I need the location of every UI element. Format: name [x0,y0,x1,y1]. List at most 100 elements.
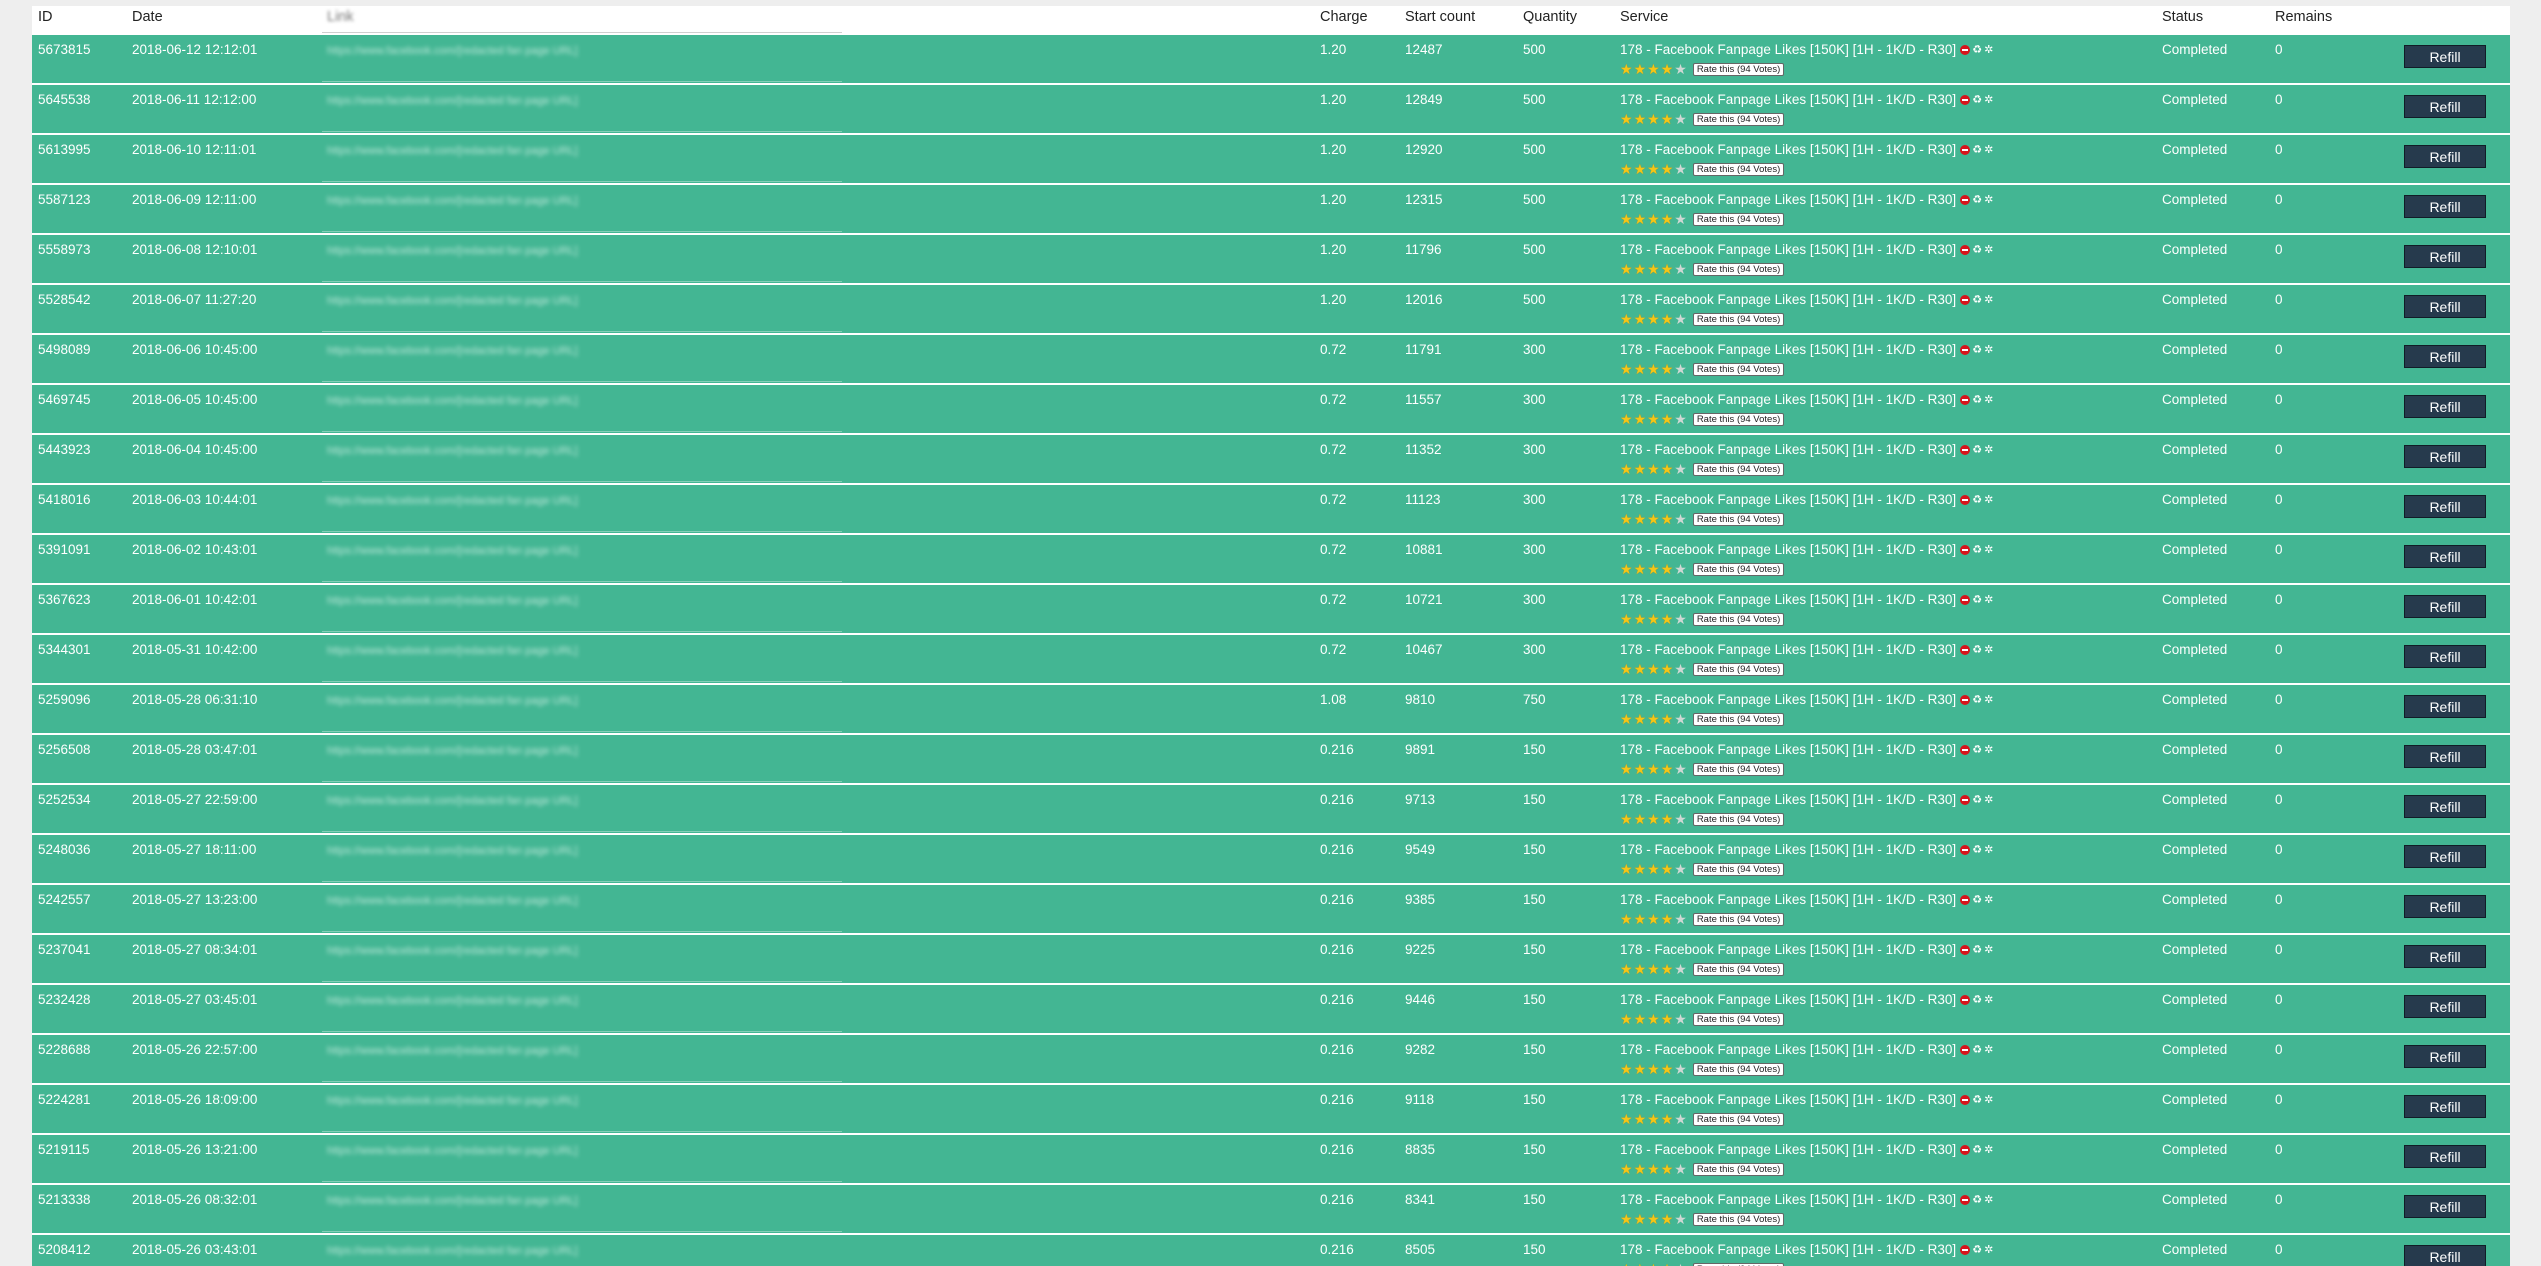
rating-stars[interactable]: ★★★★★ [1620,162,1688,177]
rating-star-icon[interactable]: ★ [1620,111,1633,127]
service-rating[interactable]: ★★★★★ Rate this (94 Votes) [1620,212,1785,227]
refill-button[interactable]: Refill [2404,595,2486,618]
rating-star-icon[interactable]: ★ [1620,311,1633,327]
rating-star-icon[interactable]: ★ [1647,1211,1660,1227]
rating-star-icon[interactable]: ★ [1634,961,1647,977]
rate-votes-label[interactable]: Rate this (94 Votes) [1692,563,1785,576]
rate-votes-label[interactable]: Rate this (94 Votes) [1692,1063,1785,1076]
rating-star-icon[interactable]: ★ [1661,361,1674,377]
order-link[interactable]: https://www.facebook.com/[redacted fan p… [327,245,807,257]
service-rating[interactable]: ★★★★★ Rate this (94 Votes) [1620,311,1785,327]
service-rating[interactable]: ★★★★★ Rate this (94 Votes) [1620,1111,1785,1127]
rating-star-icon[interactable]: ★ [1674,511,1687,527]
rating-star-icon[interactable]: ★ [1620,161,1633,177]
rate-votes-label[interactable]: Rate this (94 Votes) [1692,713,1785,726]
rating-star-icon[interactable]: ★ [1620,711,1633,727]
rating-star-icon[interactable]: ★ [1620,811,1633,827]
rating-star-icon[interactable]: ★ [1620,1211,1633,1227]
rating-star-icon[interactable]: ★ [1661,711,1674,727]
refill-button[interactable]: Refill [2404,395,2486,418]
order-link[interactable]: https://www.facebook.com/[redacted fan p… [327,45,807,57]
order-link[interactable]: https://www.facebook.com/[redacted fan p… [327,695,807,707]
rating-stars[interactable]: ★★★★★ [1620,462,1688,477]
order-link[interactable]: https://www.facebook.com/[redacted fan p… [327,845,807,857]
rating-star-icon[interactable]: ★ [1647,1161,1660,1177]
rate-votes-label[interactable]: Rate this (94 Votes) [1692,1113,1785,1126]
rate-votes-label[interactable]: Rate this (94 Votes) [1692,213,1785,226]
refill-button[interactable]: Refill [2404,1195,2486,1218]
order-link[interactable]: https://www.facebook.com/[redacted fan p… [327,295,807,307]
service-rating[interactable]: ★★★★★ Rate this (94 Votes) [1620,61,1785,77]
rating-star-icon[interactable]: ★ [1647,261,1660,277]
order-link[interactable]: https://www.facebook.com/[redacted fan p… [327,1195,807,1207]
rating-stars[interactable]: ★★★★★ [1620,1012,1688,1027]
refill-button[interactable]: Refill [2404,95,2486,118]
order-link[interactable]: https://www.facebook.com/[redacted fan p… [327,345,807,357]
rating-stars[interactable]: ★★★★★ [1620,912,1688,927]
rating-star-icon[interactable]: ★ [1674,761,1687,777]
order-link[interactable]: https://www.facebook.com/[redacted fan p… [327,95,807,107]
service-rating[interactable]: ★★★★★ Rate this (94 Votes) [1620,912,1785,927]
refill-button[interactable]: Refill [2404,195,2486,218]
rating-star-icon[interactable]: ★ [1647,61,1660,77]
rating-star-icon[interactable]: ★ [1620,461,1633,477]
refill-button[interactable]: Refill [2404,45,2486,68]
rating-star-icon[interactable]: ★ [1661,611,1674,627]
rating-star-icon[interactable]: ★ [1661,761,1674,777]
rating-star-icon[interactable]: ★ [1661,1011,1674,1027]
rating-stars[interactable]: ★★★★★ [1620,212,1688,227]
rating-star-icon[interactable]: ★ [1647,661,1660,677]
rating-star-icon[interactable]: ★ [1647,111,1660,127]
rating-star-icon[interactable]: ★ [1634,1011,1647,1027]
rating-star-icon[interactable]: ★ [1634,811,1647,827]
rating-star-icon[interactable]: ★ [1634,911,1647,927]
rating-star-icon[interactable]: ★ [1634,411,1647,427]
rating-star-icon[interactable]: ★ [1674,211,1687,227]
rating-star-icon[interactable]: ★ [1674,661,1687,677]
rating-star-icon[interactable]: ★ [1634,1111,1647,1127]
refill-button[interactable]: Refill [2404,845,2486,868]
rating-star-icon[interactable]: ★ [1647,611,1660,627]
rating-star-icon[interactable]: ★ [1674,561,1687,577]
rating-star-icon[interactable]: ★ [1620,361,1633,377]
rating-star-icon[interactable]: ★ [1647,561,1660,577]
rating-star-icon[interactable]: ★ [1674,1211,1687,1227]
refill-button[interactable]: Refill [2404,245,2486,268]
rating-star-icon[interactable]: ★ [1674,361,1687,377]
rate-votes-label[interactable]: Rate this (94 Votes) [1692,613,1785,626]
rate-votes-label[interactable]: Rate this (94 Votes) [1692,413,1785,426]
rating-stars[interactable]: ★★★★★ [1620,1212,1688,1227]
service-rating[interactable]: ★★★★★ Rate this (94 Votes) [1620,662,1785,677]
rating-star-icon[interactable]: ★ [1620,611,1633,627]
refill-button[interactable]: Refill [2404,1095,2486,1118]
rating-star-icon[interactable]: ★ [1647,1111,1660,1127]
rating-star-icon[interactable]: ★ [1620,1161,1633,1177]
rating-star-icon[interactable]: ★ [1634,611,1647,627]
rating-star-icon[interactable]: ★ [1674,961,1687,977]
rating-stars[interactable]: ★★★★★ [1620,662,1688,677]
rating-stars[interactable]: ★★★★★ [1620,1062,1688,1077]
rating-star-icon[interactable]: ★ [1620,861,1633,877]
refill-button[interactable]: Refill [2404,795,2486,818]
rating-stars[interactable]: ★★★★★ [1620,112,1688,127]
rating-star-icon[interactable]: ★ [1661,1211,1674,1227]
service-rating[interactable]: ★★★★★ Rate this (94 Votes) [1620,711,1785,727]
rating-star-icon[interactable]: ★ [1661,311,1674,327]
rating-stars[interactable]: ★★★★★ [1620,612,1688,627]
rating-star-icon[interactable]: ★ [1634,1161,1647,1177]
rating-star-icon[interactable]: ★ [1674,911,1687,927]
rating-star-icon[interactable]: ★ [1661,261,1674,277]
order-link[interactable]: https://www.facebook.com/[redacted fan p… [327,745,807,757]
rating-star-icon[interactable]: ★ [1674,411,1687,427]
rating-star-icon[interactable]: ★ [1634,1211,1647,1227]
refill-button[interactable]: Refill [2404,295,2486,318]
rating-star-icon[interactable]: ★ [1634,861,1647,877]
rating-star-icon[interactable]: ★ [1634,1261,1647,1266]
rating-star-icon[interactable]: ★ [1634,211,1647,227]
rate-votes-label[interactable]: Rate this (94 Votes) [1692,913,1785,926]
rating-star-icon[interactable]: ★ [1661,511,1674,527]
service-rating[interactable]: ★★★★★ Rate this (94 Votes) [1620,1062,1785,1077]
order-link[interactable]: https://www.facebook.com/[redacted fan p… [327,795,807,807]
rating-star-icon[interactable]: ★ [1647,811,1660,827]
rating-star-icon[interactable]: ★ [1674,1161,1687,1177]
